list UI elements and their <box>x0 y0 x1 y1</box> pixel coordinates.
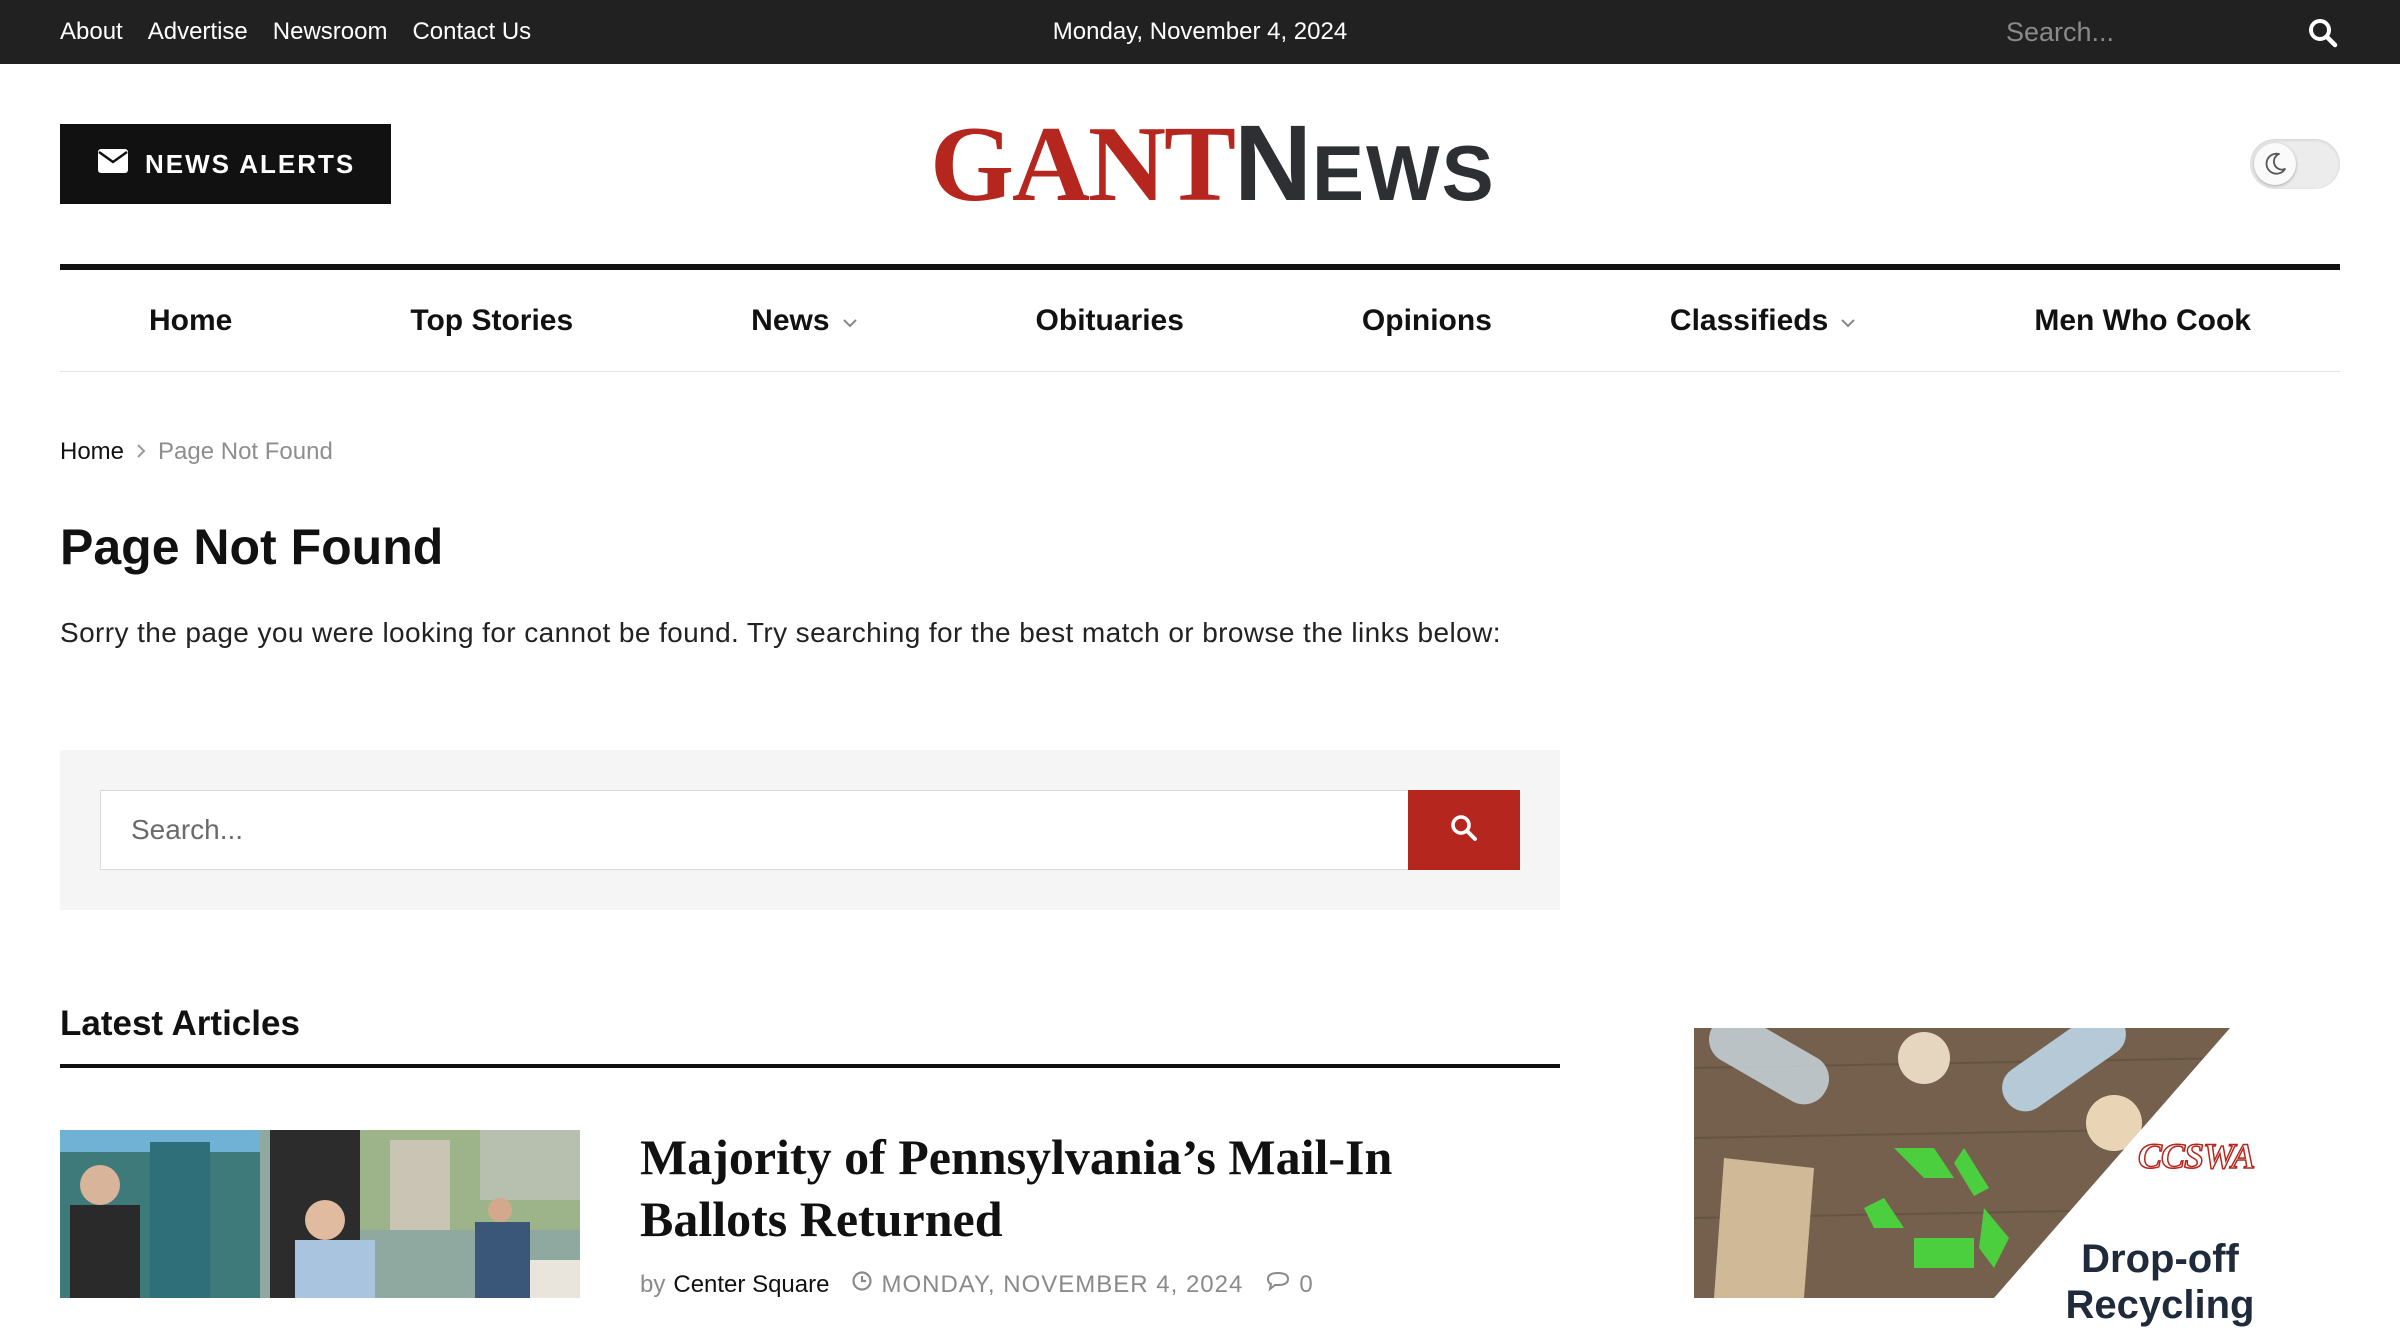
breadcrumb-home[interactable]: Home <box>60 438 124 466</box>
top-link-about[interactable]: About <box>60 18 123 46</box>
logo-part-gant: GANT <box>930 105 1236 224</box>
nav-label: Opinions <box>1361 303 1492 337</box>
nav-label: Home <box>149 303 233 337</box>
ad-text: Drop-off Recycling <box>2065 1237 2255 1327</box>
top-search-icon[interactable] <box>2306 16 2340 50</box>
news-alerts-label: NEWS ALERTS <box>145 148 356 179</box>
nav-label: Classifieds <box>1669 303 1829 337</box>
main-nav: Home Top Stories News Obituaries Opinion… <box>60 264 2340 372</box>
clock-icon <box>851 1270 873 1299</box>
article-author[interactable]: Center Square <box>673 1271 829 1299</box>
search-icon <box>1449 813 1479 848</box>
chevron-down-icon <box>1840 308 1856 334</box>
ad-brand-logo: CCSWA <box>2137 1135 2256 1177</box>
comment-count[interactable]: 0 <box>1299 1271 1312 1299</box>
nav-label: News <box>751 303 830 337</box>
site-logo[interactable]: GANTNEWS <box>930 108 1496 220</box>
comment-icon[interactable] <box>1265 1270 1291 1299</box>
moon-icon <box>2254 143 2296 185</box>
article-meta: by Center Square MONDAY, NOVEMBER 4, 202… <box>640 1270 1313 1299</box>
section-divider <box>60 1064 1560 1068</box>
latest-articles-heading: Latest Articles <box>60 1004 300 1043</box>
top-bar: About Advertise Newsroom Contact Us Mond… <box>0 0 2400 64</box>
top-link-advertise[interactable]: Advertise <box>148 18 248 46</box>
envelope-icon <box>98 148 128 180</box>
top-search-input[interactable] <box>2006 12 2306 52</box>
nav-item-home[interactable]: Home <box>149 304 232 338</box>
chevron-down-icon <box>842 308 858 334</box>
nav-label: Top Stories <box>410 303 574 337</box>
news-alerts-button[interactable]: NEWS ALERTS <box>60 124 391 204</box>
top-links: About Advertise Newsroom Contact Us <box>60 0 531 64</box>
logo-part-ews: EWS <box>1312 129 1496 217</box>
byline-prefix: by <box>640 1270 666 1298</box>
nav-item-obituaries[interactable]: Obituaries <box>1036 304 1184 338</box>
page-title: Page Not Found <box>60 519 444 575</box>
logo-part-n: N <box>1234 102 1313 223</box>
nav-item-opinions[interactable]: Opinions <box>1362 304 1492 338</box>
breadcrumb-current: Page Not Found <box>158 438 333 465</box>
dark-mode-toggle[interactable] <box>2250 139 2340 189</box>
top-link-contact[interactable]: Contact Us <box>412 18 531 46</box>
breadcrumb: Home Page Not Found <box>60 438 333 466</box>
nav-label: Men Who Cook <box>2034 303 2251 337</box>
chevron-right-icon <box>136 439 146 465</box>
not-found-message: Sorry the page you were looking for cann… <box>60 617 1501 648</box>
nav-label: Obituaries <box>1035 303 1184 337</box>
search-button[interactable] <box>1408 790 1520 870</box>
nav-item-classifieds[interactable]: Classifieds <box>1670 304 1856 338</box>
article-thumbnail[interactable] <box>60 1130 580 1298</box>
article-title[interactable]: Majority of Pennsylvania’s Mail-In Ballo… <box>640 1126 1520 1250</box>
nav-item-men-who-cook[interactable]: Men Who Cook <box>2034 304 2251 338</box>
article-date: MONDAY, NOVEMBER 4, 2024 <box>881 1270 1244 1298</box>
search-input[interactable] <box>100 790 1410 870</box>
nav-item-top-stories[interactable]: Top Stories <box>410 304 573 338</box>
search-panel <box>60 750 1560 910</box>
nav-item-news[interactable]: News <box>751 304 857 338</box>
top-link-newsroom[interactable]: Newsroom <box>273 18 388 46</box>
